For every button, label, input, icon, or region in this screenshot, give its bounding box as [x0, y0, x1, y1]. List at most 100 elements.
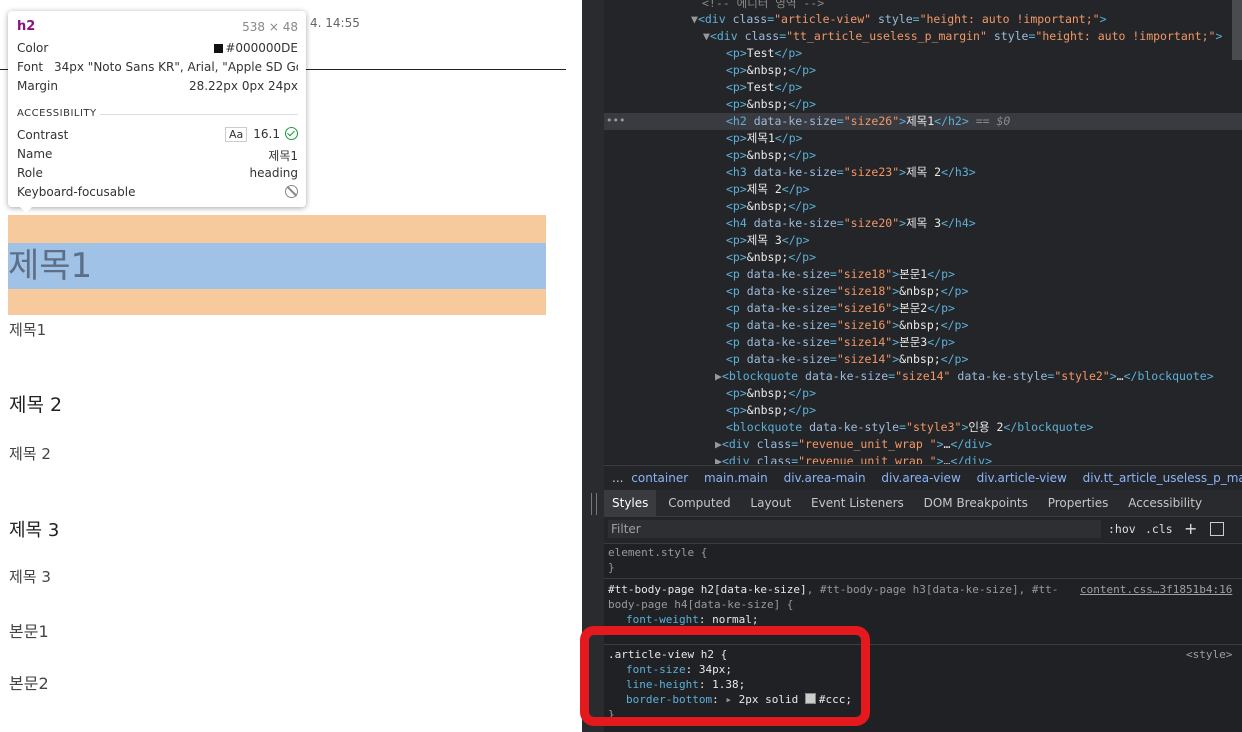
dom-node[interactable]: <p>&nbsp;</p> [726, 198, 816, 215]
dom-node[interactable]: <p>제목1</p> [726, 130, 803, 147]
tooltip-focusable-value [285, 185, 298, 199]
dom-node-selected[interactable]: <h2 data-ke-size="size26">제목1</h2> == $0 [726, 113, 1010, 130]
paragraph[interactable]: 본문2 [9, 670, 49, 694]
breadcrumb-item[interactable]: div.area-view [881, 471, 960, 485]
tooltip-label: Contrast [17, 128, 69, 142]
rule-source-link[interactable]: content.css…3f1851b4:16 [1080, 582, 1232, 597]
dom-node[interactable]: <p>&nbsp;</p> [726, 402, 816, 419]
toggle-sidebar-icon[interactable] [1210, 522, 1224, 536]
paragraph[interactable]: 제목1 [9, 319, 46, 340]
dom-node[interactable]: ▶<div class="revenue_unit_wrap ">…</div> [715, 436, 992, 453]
tooltip-contrast-value: Aa 16.1 [225, 127, 298, 142]
paragraph[interactable]: 제목 2 [9, 443, 51, 464]
tab-layout[interactable]: Layout [742, 490, 799, 516]
tab-accessibility[interactable]: Accessibility [1120, 490, 1210, 516]
dom-node[interactable]: <h3 data-ke-size="size23">제목 2</h3> [726, 164, 976, 181]
tooltip-margin-value: 28.22px 0px 24px [188, 79, 298, 93]
drag-handle-icon[interactable] [591, 493, 597, 515]
breadcrumb-more[interactable]: ... [612, 471, 623, 485]
post-date: 4. 14:55 [310, 16, 360, 30]
tab-computed[interactable]: Computed [660, 490, 738, 516]
breadcrumb-item[interactable]: container [631, 471, 688, 485]
rule-selector[interactable]: #tt-body-page h2[data-ke-size], #tt-body… [608, 582, 1058, 597]
breadcrumb-item[interactable]: div.article-view [977, 471, 1067, 485]
tooltip-name-value: 제목1 [268, 149, 298, 163]
hov-toggle-button[interactable]: :hov [1108, 522, 1136, 536]
tooltip-font-value: 34px "Noto Sans KR", Arial, "Apple SD Go… [54, 60, 298, 74]
styles-tabbar: Styles Computed Layout Event Listeners D… [604, 490, 1242, 517]
tab-properties[interactable]: Properties [1040, 490, 1117, 516]
check-circle-icon [285, 127, 298, 140]
collapsed-triangle-icon: ▶ [715, 454, 722, 464]
breadcrumb-item[interactable]: div.tt_article_useless_p_margin [1083, 471, 1242, 485]
dom-node[interactable]: ▼<div class="article-view" style="height… [691, 11, 1107, 28]
margin-highlight-top [8, 215, 546, 243]
dom-node[interactable]: <p>&nbsp;</p> [726, 385, 816, 402]
paragraph[interactable]: 제목 3 [9, 566, 51, 587]
paragraph[interactable]: 본문1 [9, 618, 49, 642]
rule-close: } [608, 561, 615, 574]
dom-node[interactable]: <p>&nbsp;</p> [726, 62, 816, 79]
dom-node[interactable]: <h4 data-ke-size="size20">제목 3</h4> [726, 215, 976, 232]
breadcrumb-item[interactable]: div.area-main [784, 471, 866, 485]
expand-triangle-icon: ▼ [703, 29, 710, 43]
dom-node[interactable]: <p data-ke-size="size16">본문2</p> [726, 300, 955, 317]
rule-selector-continued: body-page h4[data-ke-size] { [608, 598, 794, 611]
tooltip-dimensions: 538 × 48 [242, 20, 298, 34]
dom-tree[interactable] [604, 0, 1242, 464]
heading-3[interactable]: 제목 2 [9, 390, 62, 417]
style-property[interactable]: font-weight: normal; [626, 612, 758, 627]
not-allowed-icon [285, 185, 298, 198]
annotation-highlight-box [580, 626, 870, 726]
dom-node[interactable]: <blockquote data-ke-style="style3">인용 2<… [726, 419, 1093, 436]
breadcrumb-item[interactable]: main.main [704, 471, 768, 485]
dom-node[interactable]: <p>&nbsp;</p> [726, 147, 816, 164]
dom-node[interactable]: <p>Test</p> [726, 45, 802, 62]
tooltip-section-heading: ACCESSIBILITY [17, 108, 97, 119]
dom-node[interactable]: <p>제목 3</p> [726, 232, 810, 249]
dom-node[interactable]: <p>&nbsp;</p> [726, 249, 816, 266]
color-swatch-icon [214, 44, 224, 53]
cls-toggle-button[interactable]: .cls [1145, 522, 1173, 536]
contrast-sample-icon: Aa [225, 127, 248, 142]
divider [604, 578, 1242, 579]
tooltip-arrow [18, 205, 34, 213]
element-style-selector[interactable]: element.style { [608, 545, 707, 560]
divider [100, 114, 298, 115]
margin-highlight-bottom [8, 289, 546, 315]
tab-dom-breakpoints[interactable]: DOM Breakpoints [916, 490, 1036, 516]
panel-splitter[interactable] [582, 0, 604, 732]
dom-node[interactable]: <p>제목 2</p> [726, 181, 810, 198]
rule-source-link[interactable]: <style> [1186, 647, 1232, 662]
tab-styles[interactable]: Styles [604, 490, 657, 516]
filter-input[interactable]: Filter [608, 520, 1101, 538]
tooltip-label: Font [17, 60, 44, 74]
dom-node[interactable]: <p data-ke-size="size14">&nbsp;</p> [726, 351, 968, 368]
tooltip-label: Name [17, 147, 53, 161]
dom-node[interactable]: <p data-ke-size="size18">본문1</p> [726, 266, 955, 283]
dom-node[interactable]: ▶<div class="revenue_unit_wrap ">…</div> [715, 453, 992, 464]
new-rule-icon[interactable]: + [1184, 519, 1197, 538]
dom-node[interactable]: <p data-ke-size="size16">&nbsp;</p> [726, 317, 968, 334]
collapsed-triangle-icon: ▶ [715, 437, 722, 451]
tooltip-label: Keyboard-focusable [17, 185, 136, 199]
dom-node[interactable]: <p data-ke-size="size18">&nbsp;</p> [726, 283, 968, 300]
dom-node[interactable]: <p data-ke-size="size14">본문3</p> [726, 334, 955, 351]
tooltip-label: Margin [17, 79, 58, 93]
heading-2[interactable]: 제목1 [8, 244, 92, 288]
more-options-icon[interactable]: ••• [606, 114, 625, 127]
tooltip-tag: h2 [17, 19, 36, 34]
tab-event-listeners[interactable]: Event Listeners [803, 490, 912, 516]
dom-node[interactable]: ▶<blockquote data-ke-size="size14" data-… [715, 368, 1214, 385]
dom-scrollbar[interactable] [1232, 0, 1242, 60]
heading-4[interactable]: 제목 3 [9, 516, 59, 542]
dom-node[interactable]: ▼<div class="tt_article_useless_p_margin… [703, 28, 1222, 45]
inspect-tooltip: h2 538 × 48 Color #000000DE Font 34px "N… [8, 11, 306, 207]
breadcrumb: ... container main.main div.area-main di… [604, 465, 1242, 491]
dom-node[interactable]: <p>Test</p> [726, 79, 802, 96]
tooltip-label: Role [17, 166, 43, 180]
dom-node[interactable]: <p>&nbsp;</p> [726, 96, 816, 113]
tooltip-label: Color [17, 41, 49, 55]
tooltip-color-value: #000000DE [214, 41, 298, 55]
expand-triangle-icon: ▼ [691, 12, 698, 26]
